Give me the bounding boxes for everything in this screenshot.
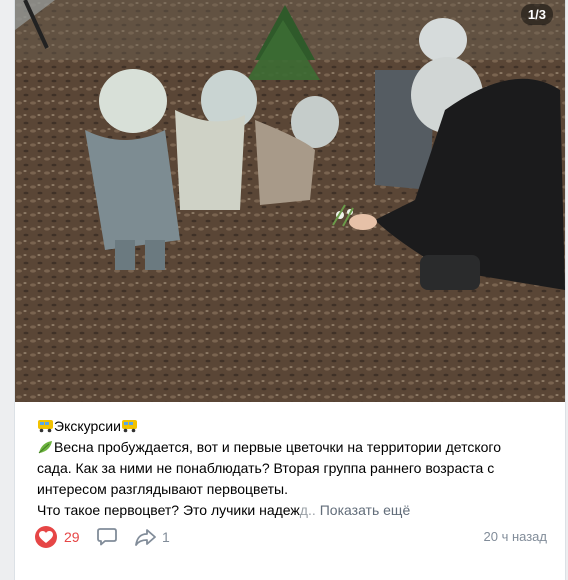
post-text: Экскурсии Весна пробуждается, вот и перв…: [37, 416, 547, 521]
post-line-1-text: Весна пробуждается, вот и первые цветочк…: [54, 439, 501, 455]
share-icon: [135, 529, 156, 546]
share-button[interactable]: 1: [135, 524, 170, 550]
photo-scene: [15, 0, 565, 402]
like-count: 29: [64, 529, 80, 545]
heart-icon: [35, 526, 57, 548]
post-card: 1/3 Экскурсии Весна пробуждается, вот и …: [14, 0, 566, 580]
bus-icon: [38, 420, 53, 433]
post-line-4-text: Что такое первоцвет? Это лучики надеж: [37, 502, 300, 518]
leaf-icon: [38, 441, 52, 454]
post-line-4-fade: д..: [299, 502, 316, 518]
post-line-3: интересом разглядывают первоцветы.: [37, 481, 289, 497]
comment-icon: [97, 528, 117, 546]
like-button[interactable]: 29: [35, 524, 80, 550]
share-count: 1: [162, 529, 170, 545]
show-more-link[interactable]: Показать ещё: [320, 502, 411, 518]
post-line-4: Что такое первоцвет? Это лучики надежд..…: [37, 500, 547, 521]
post-title-line: Экскурсии: [37, 416, 547, 437]
post-actions: 29 1 20 ч назад: [35, 524, 547, 550]
comment-button[interactable]: [97, 524, 117, 550]
post-photo[interactable]: 1/3: [15, 0, 565, 402]
post-line-2: сада. Как за ними не понаблюдать? Вторая…: [37, 460, 495, 476]
post-line-1: Весна пробуждается, вот и первые цветочк…: [37, 437, 547, 458]
bus-icon: [121, 420, 137, 433]
photo-counter: 1/3: [520, 4, 553, 25]
post-title: Экскурсии: [54, 418, 121, 434]
post-timestamp[interactable]: 20 ч назад: [484, 529, 548, 544]
